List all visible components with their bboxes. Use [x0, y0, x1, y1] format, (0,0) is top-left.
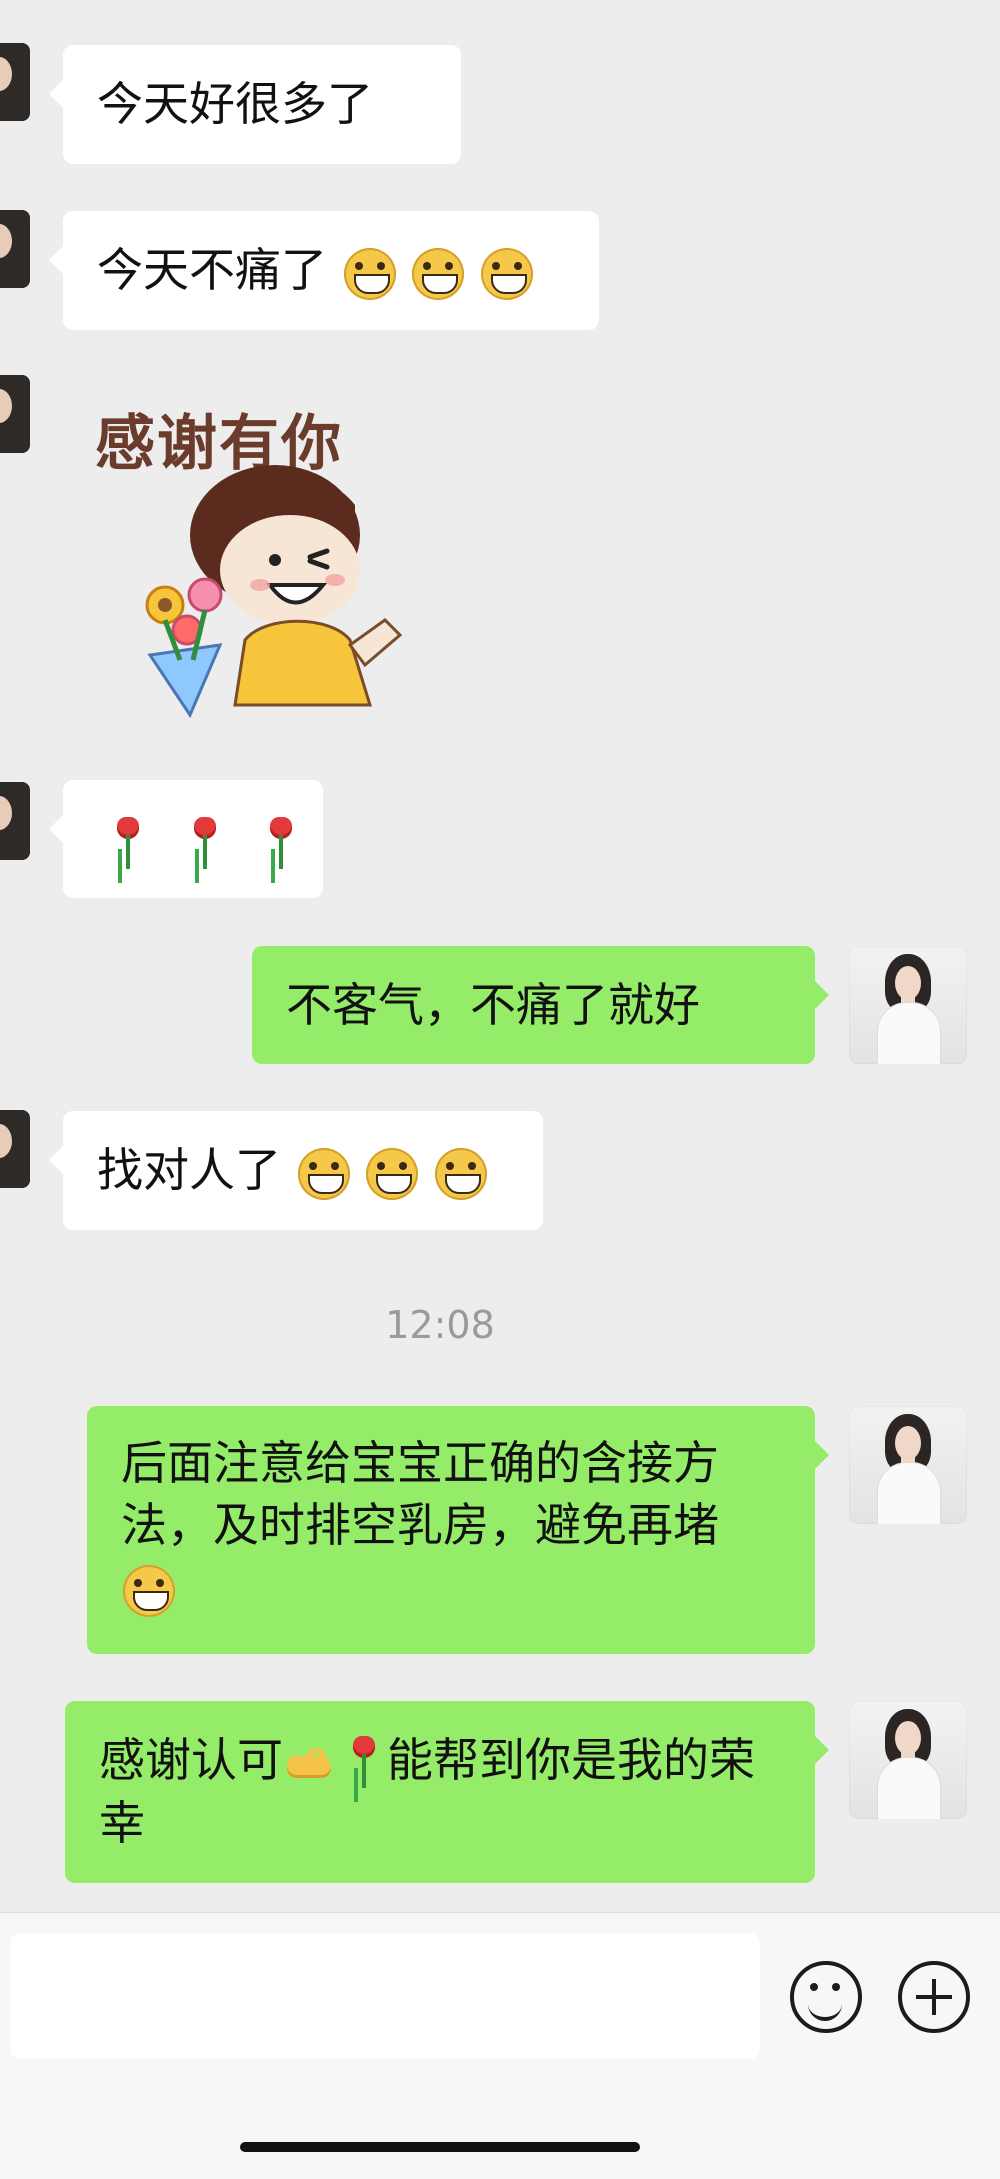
message-text: 今天好很多了: [97, 77, 373, 131]
message-bubble-outgoing[interactable]: 感谢认可 能帮到你是我的荣幸: [65, 1701, 829, 1883]
message-bubble-incoming[interactable]: 今天好很多了: [49, 45, 461, 164]
thanks-sticker[interactable]: 感谢有你: [95, 395, 435, 735]
grinning-emoji-icon: [343, 247, 396, 300]
contact-avatar[interactable]: [0, 782, 30, 860]
my-avatar[interactable]: [849, 1701, 967, 1819]
home-indicator[interactable]: [240, 2142, 640, 2152]
rose-emoji-icon: [188, 816, 222, 873]
message-text: 今天不痛了: [97, 243, 327, 297]
message-timestamp: 12:08: [385, 1303, 495, 1347]
cartoon-girl-with-flowers-icon: [145, 465, 403, 719]
message-input[interactable]: [10, 1933, 760, 2059]
message-bubble-incoming[interactable]: 找对人了: [49, 1111, 543, 1230]
contact-avatar[interactable]: [0, 43, 30, 121]
grinning-emoji-icon: [297, 1147, 350, 1200]
grinning-emoji-icon: [123, 1564, 175, 1617]
my-avatar[interactable]: [849, 1406, 967, 1524]
message-text: 感谢认可: [99, 1733, 283, 1787]
rose-emoji-icon: [347, 1735, 381, 1792]
message-text: 后面注意给宝宝正确的含接方法，及时排空乳房，避免再堵: [121, 1436, 719, 1552]
my-avatar[interactable]: [849, 946, 967, 1064]
grinning-emoji-icon: [366, 1147, 419, 1200]
message-bubble-incoming[interactable]: [49, 780, 323, 898]
chat-input-bar: [0, 1912, 1000, 2179]
ok-hand-emoji-icon: [285, 1744, 339, 1784]
contact-avatar[interactable]: [0, 210, 30, 288]
grinning-emoji-icon: [434, 1147, 487, 1200]
message-bubble-outgoing[interactable]: 不客气，不痛了就好: [252, 946, 829, 1064]
message-bubble-outgoing[interactable]: 后面注意给宝宝正确的含接方法，及时排空乳房，避免再堵: [87, 1406, 829, 1654]
message-bubble-incoming[interactable]: 今天不痛了: [49, 211, 599, 330]
contact-avatar[interactable]: [0, 1110, 30, 1188]
grinning-emoji-icon: [412, 247, 465, 300]
rose-emoji-icon: [264, 816, 298, 873]
plus-icon[interactable]: [898, 1961, 970, 2033]
grinning-emoji-icon: [480, 247, 533, 300]
message-text: 不客气，不痛了就好: [286, 978, 700, 1032]
contact-avatar[interactable]: [0, 375, 30, 453]
rose-emoji-icon: [111, 816, 145, 873]
emoji-icon[interactable]: [790, 1961, 862, 2033]
message-text: 找对人了: [97, 1143, 281, 1197]
